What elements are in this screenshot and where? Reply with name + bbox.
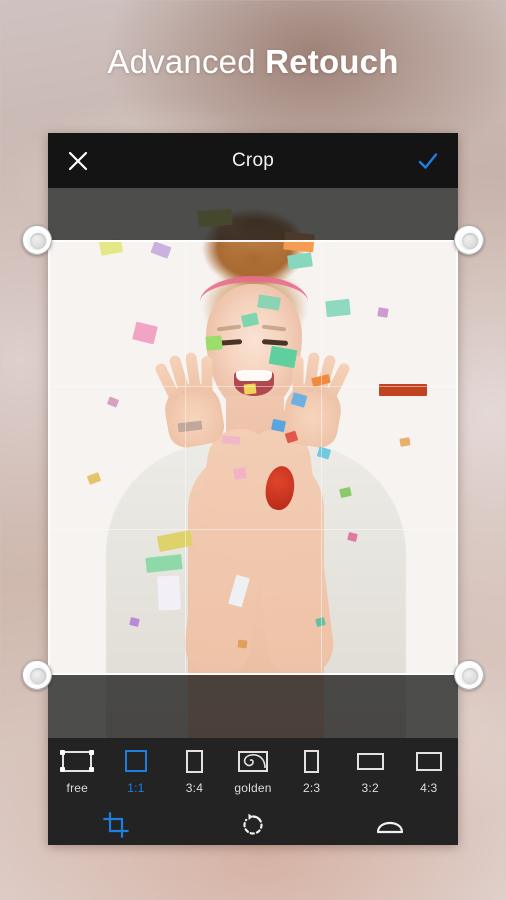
landscape-icon <box>412 748 446 774</box>
confetti-piece <box>132 321 158 345</box>
confetti-piece <box>270 418 287 433</box>
screen-title: Crop <box>232 149 274 171</box>
ratio-option-golden[interactable]: golden <box>224 748 283 795</box>
ratio-label: 1:1 <box>127 781 145 795</box>
confetti-piece <box>237 639 248 649</box>
tool-bar <box>48 805 458 845</box>
confetti-piece <box>283 231 315 253</box>
confetti-piece <box>221 435 241 445</box>
confetti-piece <box>287 252 313 270</box>
ratio-label: 3:4 <box>185 781 204 795</box>
perspective-tool-icon <box>375 815 405 835</box>
ratio-option-1-1[interactable]: 1:1 <box>107 748 166 795</box>
square-icon <box>119 748 153 774</box>
confetti-piece <box>399 437 411 447</box>
golden-ratio-icon <box>236 748 270 774</box>
crop-handle-top-left[interactable] <box>22 225 52 255</box>
crop-handle-bottom-left[interactable] <box>22 660 52 690</box>
confetti-piece <box>98 238 124 256</box>
confetti-piece <box>157 575 181 611</box>
free-crop-icon <box>60 748 95 774</box>
ratio-option-3-2[interactable]: 3:2 <box>341 748 400 795</box>
ratio-label: golden <box>234 781 272 795</box>
ratio-option-3-4[interactable]: 3:4 <box>165 748 224 795</box>
check-icon <box>416 149 440 173</box>
tool-rotate[interactable] <box>185 812 322 838</box>
confetti-piece <box>379 384 427 396</box>
crop-tool-icon <box>103 812 129 838</box>
crop-handle-bottom-right[interactable] <box>454 660 484 690</box>
hand-left <box>153 351 227 451</box>
confirm-button[interactable] <box>398 133 458 188</box>
headline-bold-word: Retouch <box>265 43 399 80</box>
tool-crop[interactable] <box>48 812 185 838</box>
rotate-tool-icon <box>240 812 266 838</box>
confetti-piece <box>233 467 247 480</box>
crop-handle-top-right[interactable] <box>454 225 484 255</box>
ratio-option-4-3[interactable]: 4:3 <box>399 748 458 795</box>
ratio-label: 2:3 <box>302 781 321 795</box>
confetti-piece <box>325 298 351 318</box>
confetti-piece <box>377 307 389 318</box>
confetti-piece <box>106 396 120 408</box>
photo-image <box>48 188 458 738</box>
portrait-icon <box>295 748 329 774</box>
tool-perspective[interactable] <box>321 815 458 835</box>
headline-light-word: Advanced <box>107 43 256 80</box>
ratio-label: free <box>66 781 89 795</box>
close-icon <box>67 150 89 172</box>
confetti-piece <box>150 241 172 259</box>
top-action-bar: Crop <box>48 133 458 188</box>
aspect-ratio-bar: free 1:1 3:4 golden 2:3 3:2 4:3 <box>48 738 458 805</box>
confetti-piece <box>86 472 102 485</box>
ratio-label: 4:3 <box>420 781 438 795</box>
confetti-piece <box>197 208 233 228</box>
close-button[interactable] <box>48 133 108 188</box>
ratio-label: 3:2 <box>361 781 379 795</box>
portrait-icon <box>177 748 211 774</box>
app-screen: Crop free 1:1 3:4 golden 2:3 3:2 4:3 <box>22 133 484 845</box>
photo-editor-stage[interactable] <box>48 188 458 738</box>
page-title: Advanced Retouch <box>0 40 506 84</box>
ratio-option-2-3[interactable]: 2:3 <box>282 748 341 795</box>
landscape-icon <box>353 748 387 774</box>
photo-canvas <box>48 188 458 738</box>
confetti-piece <box>205 335 223 351</box>
confetti-piece <box>243 383 257 395</box>
ratio-option-free[interactable]: free <box>48 748 107 795</box>
